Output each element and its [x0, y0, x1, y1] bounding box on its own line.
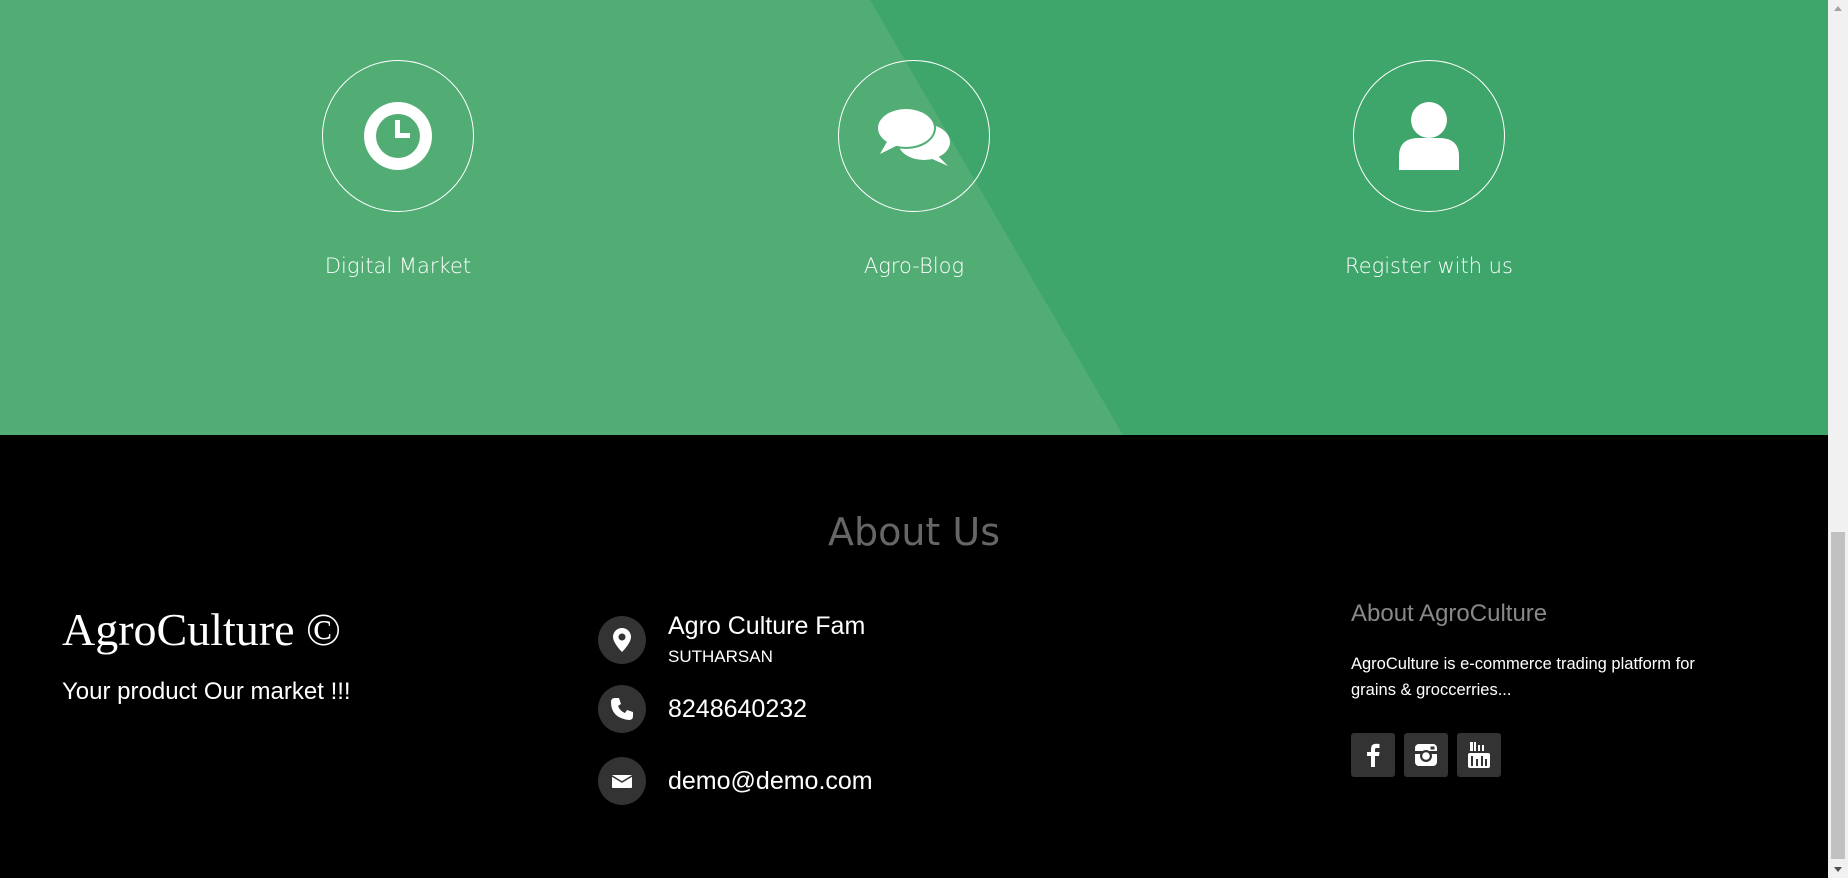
- user-icon: [1399, 102, 1459, 170]
- about-company-text: AgroCulture is e-commerce trading platfo…: [1351, 655, 1695, 699]
- email-address[interactable]: demo@demo.com: [668, 767, 873, 796]
- about-company-title: About AgroCulture: [1351, 600, 1548, 627]
- phone-icon: [598, 685, 646, 733]
- clock-icon: [364, 102, 432, 170]
- scroll-up-arrow-icon[interactable]: [1828, 0, 1848, 17]
- envelope-icon: [598, 757, 646, 805]
- feature-circle[interactable]: [322, 60, 474, 212]
- social-links: [1351, 733, 1501, 777]
- feature-agro-blog[interactable]: Agro-Blog: [764, 60, 1064, 278]
- about-us-heading: About Us: [827, 510, 1001, 554]
- feature-label[interactable]: Register with us: [1279, 254, 1579, 278]
- vertical-scrollbar[interactable]: [1828, 0, 1848, 878]
- features-section: Digital Market Agro-Blog Register with u…: [0, 0, 1828, 435]
- footer: About Us AgroCulture © Your product Our …: [0, 435, 1828, 878]
- instagram-icon[interactable]: [1404, 733, 1448, 777]
- contact-name: Agro Culture Fam: [668, 612, 866, 640]
- contact-email: demo@demo.com: [598, 757, 873, 805]
- contact-phone: 8248640232: [598, 685, 807, 733]
- comments-icon: [876, 107, 950, 166]
- contact-address: Agro Culture Fam SUTHARSAN: [598, 612, 865, 667]
- feature-label[interactable]: Digital Market: [248, 254, 548, 278]
- tagline: Your product Our market !!!: [62, 678, 351, 705]
- map-marker-icon: [598, 615, 646, 664]
- contact-person: SUTHARSAN: [668, 647, 773, 666]
- page-viewport: Digital Market Agro-Blog Register with u…: [0, 0, 1828, 878]
- feature-circle[interactable]: [838, 60, 990, 212]
- brand-name: AgroCulture ©: [62, 604, 341, 655]
- facebook-icon[interactable]: [1351, 733, 1395, 777]
- feature-circle[interactable]: [1353, 60, 1505, 212]
- feature-label[interactable]: Agro-Blog: [764, 254, 1064, 278]
- phone-number: 8248640232: [668, 694, 808, 723]
- feature-digital-market[interactable]: Digital Market: [248, 60, 548, 278]
- youtube-icon[interactable]: [1457, 733, 1501, 777]
- scroll-down-arrow-icon[interactable]: [1828, 861, 1848, 878]
- scrollbar-thumb[interactable]: [1831, 532, 1845, 859]
- feature-register[interactable]: Register with us: [1279, 60, 1579, 278]
